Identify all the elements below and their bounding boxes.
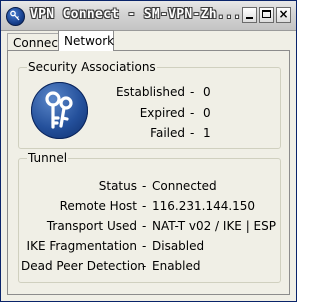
close-icon: × (278, 7, 289, 21)
tunnel-title: Tunnel (27, 151, 69, 165)
separator: - (142, 219, 147, 233)
tunnel-label: Remote Host (59, 199, 137, 213)
tunnel-label: IKE Fragmentation (26, 239, 137, 253)
minimize-icon (246, 17, 253, 19)
close-button[interactable]: × (276, 7, 291, 23)
tunnel-label: Status (98, 179, 137, 193)
tab-network[interactable]: Network (58, 30, 114, 51)
window-title: VPN Connect - SM-VPN-Zh... (30, 7, 242, 22)
sa-label: Expired (139, 106, 185, 120)
security-associations-title: Security Associations (27, 60, 157, 74)
tunnel-value: Disabled (152, 239, 205, 253)
tunnel-label: Dead Peer Detection (21, 259, 146, 273)
tunnel-value: 116.231.144.150 (152, 199, 256, 213)
separator: - (142, 239, 147, 253)
maximize-icon (262, 10, 271, 18)
separator: - (190, 106, 195, 120)
tunnel-group: Tunnel Status - Connected Remote Host - … (18, 151, 281, 283)
sa-label: Failed (150, 126, 185, 140)
security-associations-group: Security Associations Established - 0 Ex… (18, 60, 281, 149)
separator: - (142, 179, 147, 193)
tunnel-label: Transport Used (46, 219, 137, 233)
tunnel-value: NAT-T v02 / IKE | ESP (152, 219, 276, 233)
sa-value: 0 (203, 106, 211, 120)
sa-label: Established (115, 85, 185, 99)
separator: - (190, 85, 195, 99)
tunnel-value: Connected (152, 179, 217, 193)
maximize-button[interactable] (259, 7, 274, 23)
vpn-connect-window: VPN Connect - SM-VPN-Zh... × Connect Net… (0, 0, 297, 302)
network-tab-panel: Security Associations Established - 0 Ex… (7, 50, 290, 295)
separator: - (190, 126, 195, 140)
minimize-button[interactable] (242, 7, 257, 23)
tunnel-value: Enabled (152, 259, 201, 273)
title-bar[interactable]: VPN Connect - SM-VPN-Zh... × (1, 1, 296, 31)
keys-icon (31, 82, 88, 139)
separator: - (142, 259, 147, 273)
sa-value: 0 (203, 85, 211, 99)
sa-value: 1 (203, 126, 211, 140)
keys-app-icon (6, 7, 25, 26)
separator: - (142, 199, 147, 213)
tab-connect[interactable]: Connect (7, 33, 63, 51)
